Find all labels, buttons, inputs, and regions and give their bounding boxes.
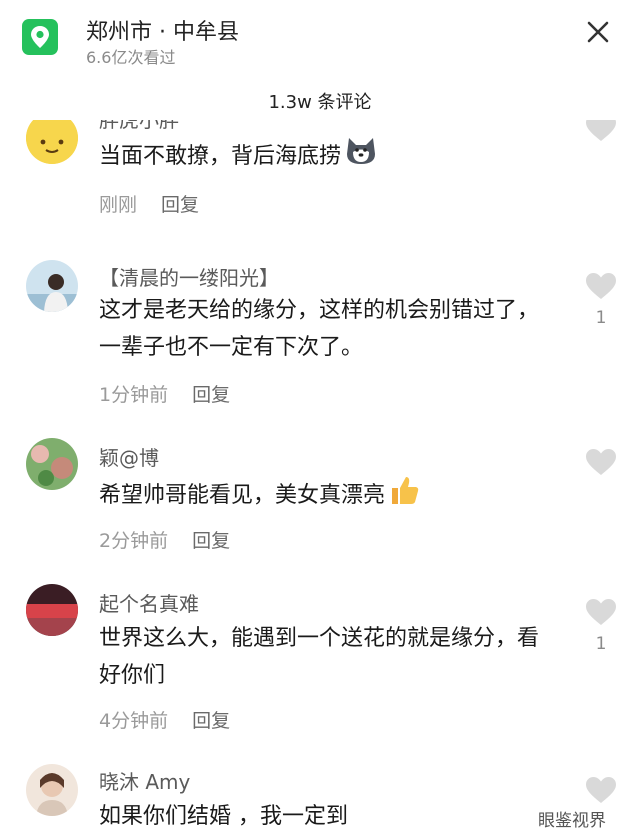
comment-time: 1分钟前 — [99, 384, 169, 406]
close-icon[interactable] — [584, 18, 612, 46]
commenter-name[interactable]: 颖@博 — [99, 442, 159, 471]
comment-text: 当面不敢撩，背后海底捞 — [99, 136, 559, 178]
comment-time: 4分钟前 — [99, 710, 169, 732]
commenter-name[interactable]: 晓沐 Amy — [99, 766, 190, 795]
dog-emoji-icon — [345, 136, 377, 178]
heart-icon — [586, 449, 616, 475]
comment-meta: 4分钟前 回复 — [99, 706, 230, 733]
comment-text: 希望帅哥能看见，美女真漂亮 — [99, 474, 559, 518]
comment-text: 如果你们结婚 ，我一定到 — [99, 804, 348, 829]
watermark: 眼鉴视界 — [538, 811, 606, 831]
comment-text-content: 希望帅哥能看见，美女真漂亮 — [99, 483, 386, 508]
commenter-name[interactable]: 起个名真难 — [99, 588, 199, 617]
location-title[interactable]: 郑州市 · 中牟县 — [86, 14, 239, 46]
like-button[interactable]: 1 — [585, 598, 617, 654]
reply-button[interactable]: 回复 — [192, 710, 230, 732]
reply-button[interactable]: 回复 — [161, 194, 199, 216]
avatar[interactable] — [26, 260, 78, 312]
like-count: 1 — [595, 634, 607, 654]
reply-button[interactable]: 回复 — [192, 530, 230, 552]
like-button[interactable] — [585, 776, 617, 808]
avatar[interactable] — [26, 120, 78, 164]
comment-list[interactable]: 胖虎小胖 当面不敢撩，背后海底捞 刚刚 回复 【清晨的一缕阳光】 这才是老天给的… — [0, 120, 640, 839]
like-button[interactable] — [585, 448, 617, 484]
location-header: 郑州市 · 中牟县 6.6亿次看过 — [0, 0, 640, 70]
like-count: 1 — [595, 308, 607, 328]
reply-button[interactable]: 回复 — [192, 384, 230, 406]
comment-text: 这才是老天给的缘分，这样的机会别错过了，一辈子也不一定有下次了。 — [99, 298, 540, 360]
comment-meta: 1分钟前 回复 — [99, 380, 230, 407]
comment-meta: 刚刚 回复 — [99, 190, 199, 217]
comment-text-content: 当面不敢撩，背后海底捞 — [99, 144, 342, 169]
avatar[interactable] — [26, 438, 78, 490]
like-button[interactable] — [585, 120, 617, 150]
heart-icon — [586, 777, 616, 803]
like-button[interactable]: 1 — [585, 272, 617, 328]
commenter-name[interactable]: 胖虎小胖 — [99, 120, 179, 133]
heart-icon — [586, 273, 616, 299]
heart-icon — [586, 599, 616, 625]
location-view-count: 6.6亿次看过 — [86, 48, 176, 67]
comment-text: 世界这么大，能遇到一个送花的就是缘分，看好你们 — [99, 626, 540, 688]
comment-meta: 2分钟前 回复 — [99, 526, 230, 553]
thumbs-up-emoji-icon — [389, 474, 421, 518]
avatar[interactable] — [26, 584, 78, 636]
commenter-name[interactable]: 【清晨的一缕阳光】 — [99, 262, 279, 291]
avatar[interactable] — [26, 764, 78, 816]
location-pin-icon[interactable] — [22, 19, 58, 55]
comment-time: 2分钟前 — [99, 530, 169, 552]
comment-count: 1.3w 条评论 — [268, 92, 372, 113]
comment-time: 刚刚 — [99, 194, 138, 216]
heart-icon — [586, 120, 616, 141]
